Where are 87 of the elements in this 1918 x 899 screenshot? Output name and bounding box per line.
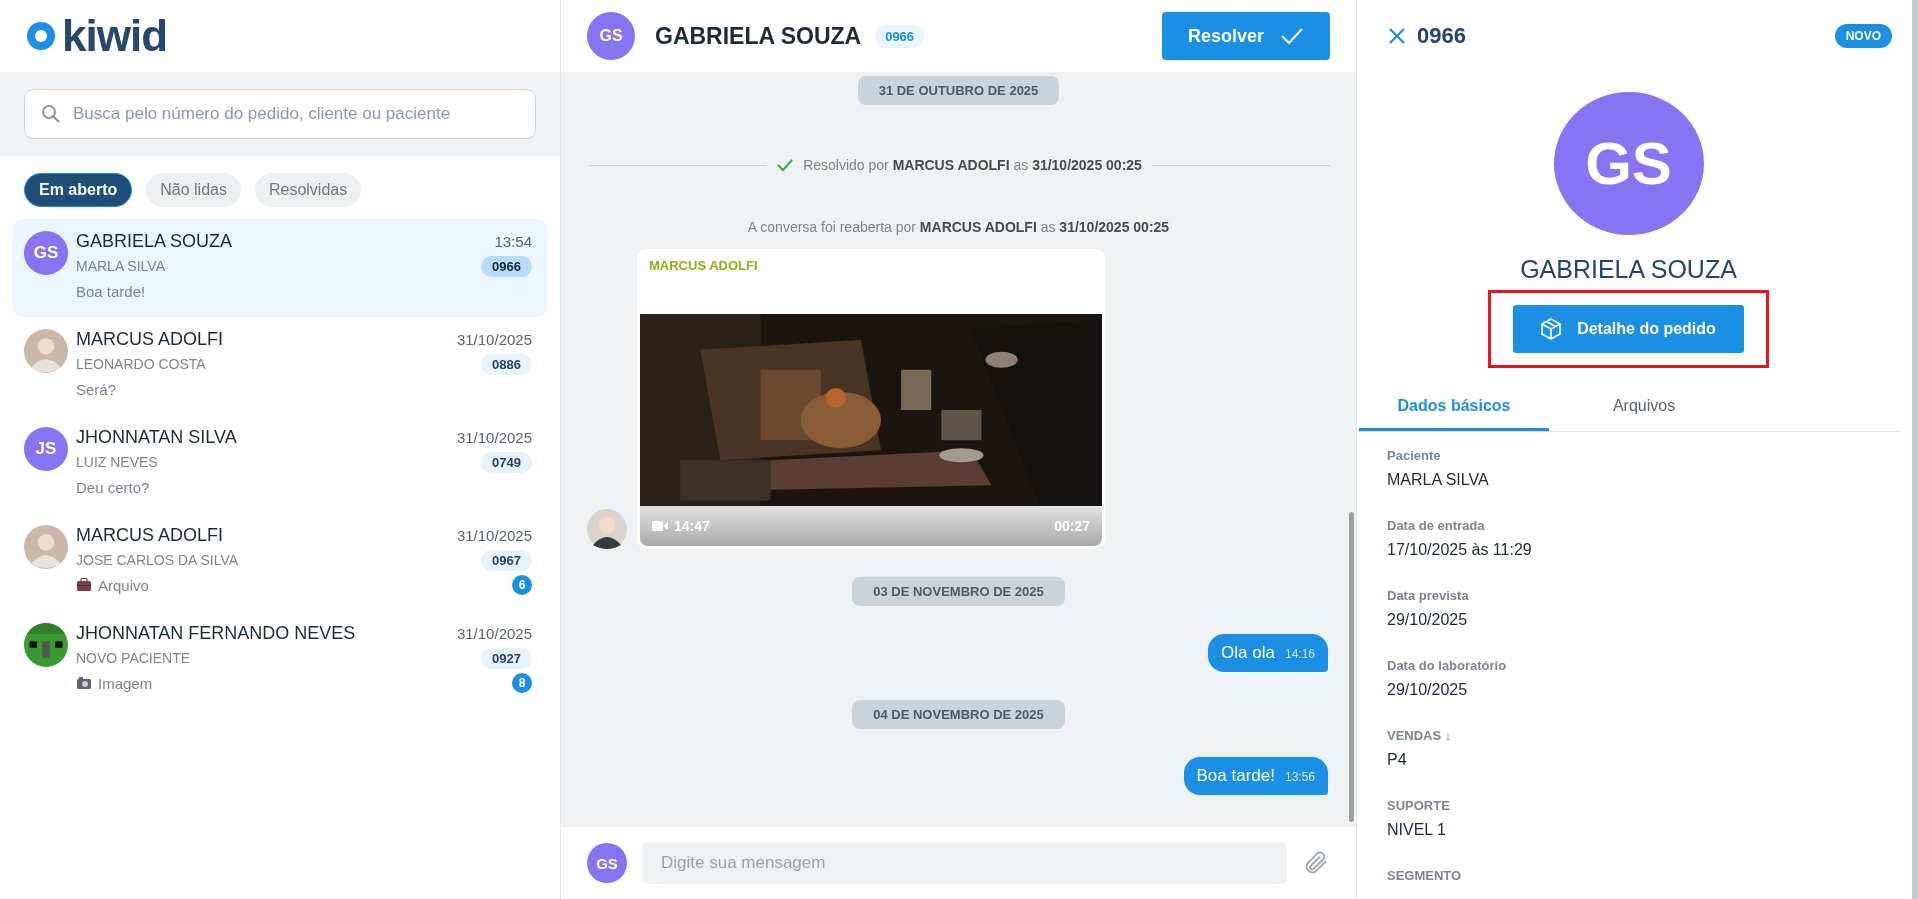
camera-icon (76, 676, 92, 690)
field-value: MARLA SILVA (1387, 471, 1490, 489)
timestamp: 31/10/2025 (456, 624, 532, 642)
message-text: Ola ola (1221, 643, 1275, 663)
unread-count: 6 (512, 575, 532, 595)
patient-name: MARLA SILVA (76, 258, 165, 274)
avatar-icon (24, 525, 68, 569)
field-value: 17/10/2025 às 11:29 (1387, 541, 1533, 559)
date-divider: 31 DE OUTUBRO DE 2025 (857, 76, 1060, 105)
contact-name: MARCUS ADOLFI (76, 328, 224, 350)
order-badge: 0966 (875, 24, 925, 48)
message-preview: Arquivo (98, 576, 149, 594)
message-preview: Será? (76, 380, 117, 398)
order-badge: 0927 (481, 647, 532, 669)
message-time: 14:16 (1284, 647, 1315, 661)
status-badge: NOVO (1834, 24, 1892, 48)
patient-name: NOVO PACIENTE (76, 650, 191, 666)
date-divider: 04 DE NOVEMBRO DE 2025 (852, 700, 1065, 729)
check-icon (1280, 26, 1304, 46)
avatar-icon (24, 329, 68, 373)
timestamp: 13:54 (494, 232, 532, 250)
unread-count: 8 (512, 673, 532, 693)
contact-name: JHONNATAN SILVA (76, 426, 237, 448)
contact-name: JHONNATAN FERNANDO NEVES (76, 622, 356, 644)
timestamp: 31/10/2025 (456, 526, 532, 544)
filter-tab[interactable]: Resolvidas (254, 173, 362, 207)
logo: kiwid (62, 11, 168, 61)
filter-tab[interactable]: Em aberto (24, 173, 133, 207)
filter-tab[interactable]: Não lidas (146, 173, 241, 207)
timestamp: 31/10/2025 (456, 428, 532, 446)
field-value: NIVEL 1 (1387, 821, 1447, 839)
logo-icon (24, 19, 58, 53)
message-input[interactable]: Digite sua mensagem (642, 842, 1287, 884)
box-icon (1539, 317, 1564, 341)
contact-name: MARCUS ADOLFI (76, 524, 224, 546)
order-badge: 0966 (481, 255, 532, 277)
video-time: 14:47 (674, 518, 710, 534)
conversation-item[interactable]: JHONNATAN FERNANDO NEVES 31/10/2025 NOVO PACIENTE 0927 Imagem 8 (12, 611, 548, 709)
conversation-item[interactable]: MARCUS ADOLFI 31/10/2025 JOSE CARLOS DA SILVA 0967 Arquivo 6 (12, 513, 548, 611)
patient-name: LUIZ NEVES (76, 454, 158, 470)
order-badge: 0967 (481, 549, 532, 571)
field-value: 29/10/2025 (1387, 611, 1469, 629)
avatar: GS (24, 231, 68, 275)
message-preview: Boa tarde! (76, 282, 146, 300)
field-label: Data do laboratório (1387, 658, 1508, 673)
order-number: 0966 (1417, 23, 1466, 49)
avatar: GS (1553, 92, 1704, 235)
field-label: VENDAS ↓ (1387, 728, 1453, 743)
message-text: Boa tarde! (1196, 766, 1275, 786)
patient-name: JOSE CARLOS DA SILVA (76, 552, 239, 568)
field-label: Data de entrada (1387, 518, 1486, 533)
patient-name: LEONARDO COSTA (76, 356, 206, 372)
video-camera-icon (652, 520, 668, 532)
avatar-icon (24, 623, 68, 667)
date-divider: 03 DE NOVEMBRO DE 2025 (852, 577, 1065, 606)
system-message: Resolvido por MARCUS ADOLFI as 31/10/2025 00:25 (803, 157, 1142, 173)
avatar: GS (587, 12, 635, 60)
order-badge: 0749 (481, 451, 532, 473)
field-value: P4 (1387, 751, 1408, 769)
message-preview: Imagem (98, 674, 153, 692)
field-label: Paciente (1387, 448, 1442, 463)
check-icon (777, 158, 794, 172)
field-label: SEGMENTO (1387, 868, 1463, 883)
video-duration: 00:27 (1054, 518, 1090, 534)
avatar: JS (24, 427, 68, 471)
conversation-item[interactable]: JS JHONNATAN SILVA 31/10/2025 LUIZ NEVES 0749 Deu certo? (12, 415, 548, 513)
conversation-item[interactable]: MARCUS ADOLFI 31/10/2025 LEONARDO COSTA 0886 Será? (12, 317, 548, 415)
message-preview: Deu certo? (76, 478, 150, 496)
order-badge: 0886 (481, 353, 532, 375)
avatar: GS (587, 843, 627, 883)
contact-name: GABRIELA SOUZA (655, 22, 862, 50)
system-message: A conversa foi reaberta por MARCUS ADOLFI as 31/10/2025 00:25 (747, 219, 1170, 235)
contact-name: GABRIELA SOUZA (1519, 255, 1738, 284)
close-icon[interactable] (1387, 26, 1407, 46)
search-icon (41, 104, 61, 124)
scrollbar[interactable] (1349, 512, 1354, 822)
contact-name: GABRIELA SOUZA (76, 230, 233, 252)
field-label: Data prevista (1387, 588, 1470, 603)
conversation-item[interactable]: GS GABRIELA SOUZA 13:54 MARLA SILVA 0966 Boa tarde! (12, 219, 548, 317)
tab[interactable]: Arquivos (1549, 383, 1739, 431)
field-value: 29/10/2025 (1387, 681, 1469, 699)
briefcase-icon (76, 578, 92, 592)
avatar-icon (587, 509, 627, 549)
sender-name: MARCUS ADOLFI (648, 257, 759, 275)
timestamp: 31/10/2025 (456, 330, 532, 348)
field-label: SUPORTE (1387, 798, 1451, 813)
message-time: 13:56 (1284, 770, 1315, 784)
